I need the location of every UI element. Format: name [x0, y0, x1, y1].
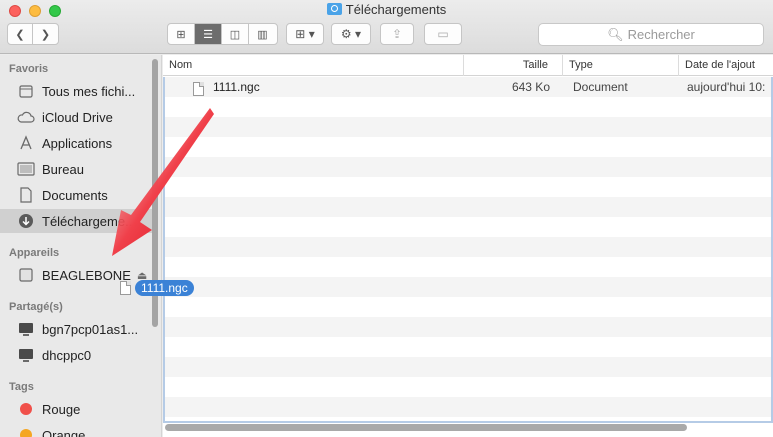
column-date-header[interactable]: Date de l'ajout: [678, 55, 773, 76]
back-forward-control: ❮ ❯: [7, 23, 59, 45]
forward-button[interactable]: ❯: [33, 24, 58, 44]
chevron-down-icon: ▾: [355, 27, 362, 41]
horizontal-scrollbar[interactable]: [165, 424, 687, 431]
chevron-right-icon: ❯: [40, 28, 51, 41]
sidebar-item-all-files[interactable]: Tous mes fichi...: [0, 79, 152, 103]
file-size: 643 Ko: [511, 80, 550, 94]
cloud-icon: [17, 108, 35, 126]
download-icon: [17, 212, 35, 230]
file-name: 1111.ngc: [213, 80, 260, 94]
file-type: Document: [573, 80, 628, 94]
chevron-down-icon: ▾: [308, 27, 315, 41]
sidebar-item-tag-orange[interactable]: Orange: [0, 423, 152, 437]
window-title: Téléchargements: [0, 2, 773, 17]
arrange-grid-icon: ⊞: [295, 27, 306, 41]
sidebar-item-desktop[interactable]: Bureau: [0, 157, 152, 181]
chevron-left-icon: ❮: [15, 28, 25, 41]
share-button[interactable]: ⇪: [380, 23, 414, 45]
icon-view-button[interactable]: ⊞: [168, 24, 195, 44]
search-input[interactable]: 🔍︎ Rechercher: [538, 23, 764, 46]
tags-header: Tags: [9, 381, 34, 393]
share-icon: ⇪: [391, 27, 403, 41]
columns-icon: ◫: [229, 28, 241, 41]
column-size-header[interactable]: Taille: [463, 55, 562, 76]
file-date: aujourd'hui 10:: [687, 80, 766, 94]
view-mode-control: ⊞ ☰ ◫ ▥: [167, 23, 278, 45]
file-rows: 1111.ngc 643 Ko Document aujourd'hui 10:: [163, 77, 773, 423]
shared-header: Partagé(s): [9, 301, 63, 313]
orange-tag-icon: [17, 426, 35, 437]
sidebar-item-icloud-drive[interactable]: iCloud Drive: [0, 105, 152, 129]
column-name-header[interactable]: Nom: [163, 55, 463, 76]
search-icon: 🔍︎: [607, 26, 624, 42]
coverflow-icon: ▥: [257, 28, 268, 41]
edit-tags-button[interactable]: ▭: [424, 23, 462, 45]
devices-header: Appareils: [9, 247, 60, 259]
downloads-folder-icon: [326, 3, 342, 15]
action-button[interactable]: ⚙ ▾: [331, 23, 371, 45]
list-icon: ☰: [203, 28, 213, 41]
computer-icon: [17, 346, 35, 364]
coverflow-view-button[interactable]: ▥: [249, 24, 276, 44]
file-icon: [120, 281, 131, 295]
toolbar: Téléchargements ❮ ❯ ⊞ ☰ ◫ ▥ ⊞ ▾ ⚙ ▾ ⇪ ▭ …: [0, 0, 773, 54]
column-type-header[interactable]: Type: [562, 55, 678, 76]
drive-icon: [17, 266, 35, 284]
file-list: Nom Taille Type Date de l'ajout 1111.ngc…: [163, 55, 773, 437]
applications-icon: [17, 134, 35, 152]
sidebar-item-downloads[interactable]: Téléchargeme...: [0, 209, 152, 233]
gear-icon: ⚙: [340, 27, 352, 41]
list-view-button[interactable]: ☰: [195, 24, 222, 44]
favorites-header: Favoris: [9, 63, 49, 75]
grid-icon: ⊞: [176, 28, 186, 41]
column-view-button[interactable]: ◫: [222, 24, 249, 44]
back-button[interactable]: ❮: [8, 24, 34, 44]
sidebar: Favoris Tous mes fichi... iCloud Drive A…: [0, 55, 162, 437]
arrange-button[interactable]: ⊞ ▾: [286, 23, 324, 45]
sidebar-item-shared-computer-1[interactable]: bgn7pcp01as1...: [0, 317, 152, 341]
sidebar-item-documents[interactable]: Documents: [0, 183, 152, 207]
column-header: Nom Taille Type Date de l'ajout: [163, 55, 773, 76]
sidebar-item-tag-red[interactable]: Rouge: [0, 397, 152, 421]
sidebar-item-shared-computer-2[interactable]: dhcppc0: [0, 343, 152, 367]
sidebar-item-applications[interactable]: Applications: [0, 131, 152, 155]
all-files-icon: [17, 82, 35, 100]
document-icon: [17, 186, 35, 204]
table-row[interactable]: 1111.ngc 643 Ko Document aujourd'hui 10:: [165, 77, 771, 97]
red-tag-icon: [17, 400, 35, 418]
drag-label: 1111.ngc: [135, 280, 194, 296]
tag-icon: ▭: [437, 27, 449, 41]
computer-icon: [17, 320, 35, 338]
drag-preview: 1111.ngc: [120, 280, 194, 296]
desktop-icon: [17, 160, 35, 178]
